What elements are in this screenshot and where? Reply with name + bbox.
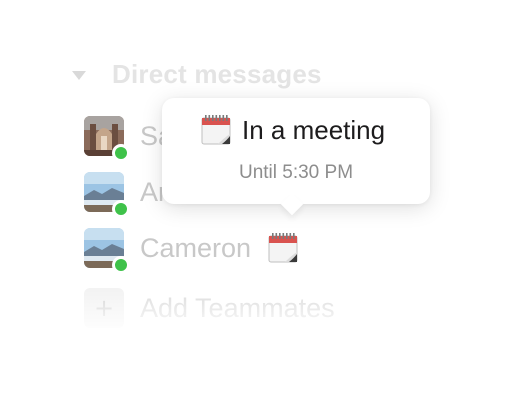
avatar — [84, 228, 130, 274]
avatar — [84, 116, 130, 162]
presence-active-indicator — [112, 200, 130, 218]
avatar — [84, 172, 130, 218]
sidebar-panel: Direct messages Sa An Cameron + Add Team… — [0, 0, 516, 400]
plus-icon: + — [84, 288, 124, 328]
calendar-icon[interactable] — [267, 232, 299, 264]
add-teammates-button[interactable]: + Add Teammates — [84, 286, 335, 330]
direct-messages-section-header[interactable]: Direct messages — [72, 56, 322, 92]
dm-item[interactable]: Sa — [84, 114, 173, 162]
dm-item[interactable]: An — [84, 170, 173, 218]
presence-active-indicator — [112, 144, 130, 162]
dm-name: Cameron — [140, 232, 252, 263]
tooltip-until-text: Until 5:30 PM — [238, 162, 354, 183]
presence-active-indicator — [112, 256, 130, 274]
dm-item-cameron[interactable]: Cameron — [84, 226, 299, 274]
status-tooltip: In a meeting Until 5:30 PM — [162, 98, 430, 216]
section-title: Direct messages — [112, 58, 322, 89]
add-teammates-label: Add Teammates — [140, 292, 335, 323]
tooltip-arrow — [280, 192, 304, 216]
calendar-icon — [201, 115, 231, 145]
fade-overlay-top — [0, 0, 516, 60]
tooltip-status-line: In a meeting — [200, 114, 385, 146]
caret-down-icon[interactable] — [72, 70, 86, 80]
tooltip-status-text: In a meeting — [242, 114, 386, 145]
